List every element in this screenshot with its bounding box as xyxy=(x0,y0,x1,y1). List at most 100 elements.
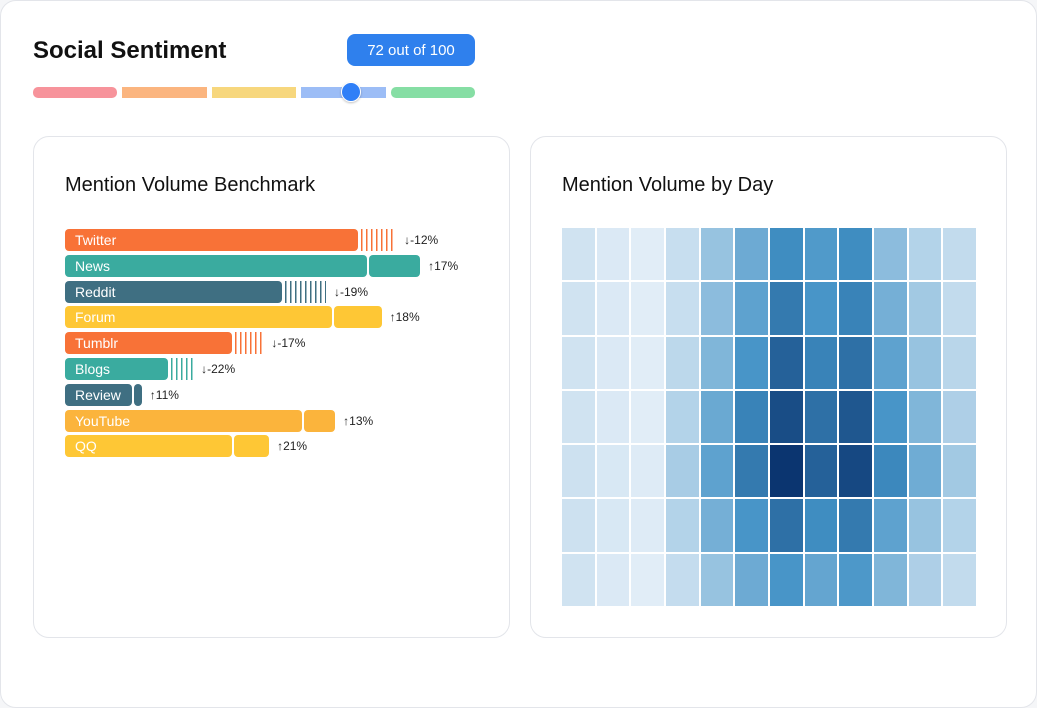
bar-row: YouTube ↑13% xyxy=(65,409,485,432)
heatmap-cell xyxy=(804,499,838,552)
heatmap-cell xyxy=(943,499,976,552)
heatmap-cell xyxy=(666,390,699,444)
dashboard-frame: Social Sentiment 72 out of 100 Mention V… xyxy=(0,0,1037,708)
page-title: Social Sentiment xyxy=(33,37,227,64)
heatmap-cell xyxy=(908,228,942,281)
heatmap-cell xyxy=(700,228,734,281)
bar-increase xyxy=(234,435,270,458)
bar-change-label: ↓-17% xyxy=(271,336,306,351)
heatmap-cell xyxy=(943,553,976,606)
heatmap-cell xyxy=(770,390,803,444)
bar-reddit: Reddit xyxy=(65,280,282,303)
benchmark-bar-chart: Twitter ↓-12% News ↑17% Reddit ↓-19% Forum ↑18%… xyxy=(65,229,485,469)
heatmap-cell xyxy=(700,390,734,444)
heatmap-cell xyxy=(839,445,872,498)
bar-increase xyxy=(333,306,382,329)
bar-change-label: ↑21% xyxy=(277,439,308,454)
heatmap-cell xyxy=(839,228,872,281)
bar-row: News ↑17% xyxy=(65,254,485,277)
bar-news: News xyxy=(65,254,367,277)
bar-twitter: Twitter xyxy=(65,229,358,251)
bar-change-label: ↑13% xyxy=(343,413,374,428)
heatmap-cell xyxy=(908,499,942,552)
heatmap-cell xyxy=(874,228,907,281)
bar-change-label: ↑18% xyxy=(389,310,420,325)
heatmap-cell xyxy=(631,282,664,335)
heatmap-cell xyxy=(631,228,664,281)
heatmap-cell xyxy=(874,499,907,552)
heatmap-cell xyxy=(908,445,942,498)
heatmap-cell xyxy=(562,445,595,498)
mention-heatmap xyxy=(562,228,976,606)
heatmap-cell xyxy=(804,228,838,281)
heatmap-cell xyxy=(874,336,907,389)
bar-change-label: ↑17% xyxy=(428,258,459,273)
heatmap-cell xyxy=(804,282,838,335)
bar-increase xyxy=(368,254,421,277)
heatmap-cell xyxy=(839,390,872,444)
bar-row: Blogs ↓-22% xyxy=(65,358,485,380)
heatmap-cell xyxy=(666,445,699,498)
bar-tumblr: Tumblr xyxy=(65,332,232,355)
bar-label: Forum xyxy=(75,309,116,326)
heatmap-cell xyxy=(735,553,768,606)
heatmap-cell xyxy=(943,282,976,335)
heatmap-cell xyxy=(666,228,699,281)
heatmap-cell xyxy=(562,553,595,606)
bar-blogs: Blogs xyxy=(65,358,168,380)
bar-change-label: ↓-19% xyxy=(334,284,369,299)
bar-row: Twitter ↓-12% xyxy=(65,229,485,251)
heatmap-cell xyxy=(943,228,976,281)
heatmap-cell xyxy=(631,553,664,606)
heatmap-cell xyxy=(839,282,872,335)
bar-label: News xyxy=(75,257,111,274)
heatmap-cell xyxy=(874,445,907,498)
heatmap-cell xyxy=(735,390,768,444)
heatmap-cell xyxy=(874,282,907,335)
heatmap-cell xyxy=(874,553,907,606)
bar-youtube: YouTube xyxy=(65,409,303,432)
score-slider-handle[interactable] xyxy=(341,82,362,102)
heatmap-cell xyxy=(562,228,595,281)
heatmap-cell xyxy=(839,336,872,389)
heatmap-cell xyxy=(596,228,630,281)
heatmap-cell xyxy=(770,553,803,606)
bar-row: Tumblr ↓-17% xyxy=(65,332,485,355)
bar-decrease xyxy=(235,332,264,355)
heatmap-cell xyxy=(666,553,699,606)
heatmap-cell xyxy=(700,499,734,552)
bar-decrease xyxy=(170,358,194,380)
heatmap-cell xyxy=(908,553,942,606)
heatmap-cell xyxy=(562,390,595,444)
heatmap-cell xyxy=(631,499,664,552)
heatmap-cell xyxy=(908,282,942,335)
heatmap-cell xyxy=(562,282,595,335)
heatmap-card: Mention Volume by Day xyxy=(530,136,1007,638)
scale-segment xyxy=(211,87,297,98)
heatmap-cell xyxy=(596,499,630,552)
heatmap-cell xyxy=(804,445,838,498)
heatmap-cell xyxy=(666,336,699,389)
heatmap-cell xyxy=(700,553,734,606)
heatmap-cell xyxy=(839,553,872,606)
heatmap-cell xyxy=(631,445,664,498)
sentiment-score-badge: 72 out of 100 xyxy=(347,34,475,66)
heatmap-cell xyxy=(666,282,699,335)
scale-segment xyxy=(122,87,207,98)
heatmap-cell xyxy=(735,499,768,552)
bar-row: Review ↑11% xyxy=(65,383,485,406)
heatmap-cell xyxy=(596,336,630,389)
bar-label: Review xyxy=(75,386,121,403)
heatmap-cell xyxy=(631,390,664,444)
bar-decrease xyxy=(361,229,397,251)
heatmap-cell xyxy=(770,282,803,335)
heatmap-cell xyxy=(700,336,734,389)
bar-label: Tumblr xyxy=(75,335,119,352)
heatmap-cell xyxy=(700,445,734,498)
heatmap-cell xyxy=(770,228,803,281)
bar-increase xyxy=(134,383,142,406)
bar-forum: Forum xyxy=(65,306,332,329)
heatmap-cell xyxy=(700,282,734,335)
heatmap-cell xyxy=(666,499,699,552)
heatmap-cell xyxy=(943,445,976,498)
